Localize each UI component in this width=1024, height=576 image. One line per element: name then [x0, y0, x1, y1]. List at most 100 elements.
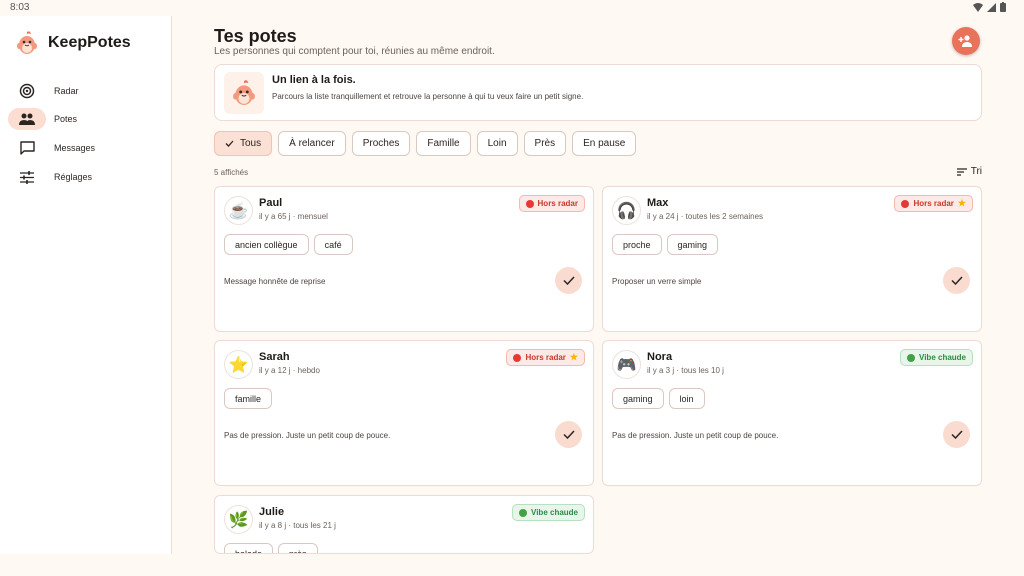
filter-chips: Tous À relancer Proches Famille Loin Prè… — [214, 131, 637, 156]
nav-item-messages[interactable]: Messages — [8, 137, 164, 159]
nav-item-potes[interactable]: Potes — [8, 108, 164, 130]
friend-name: Nora — [647, 351, 673, 363]
friend-meta: il y a 8 j · tous les 21 j — [259, 521, 336, 530]
check-icon — [950, 430, 963, 439]
friend-name: Sarah — [259, 351, 290, 363]
sort-label: Tri — [970, 166, 982, 177]
nav-label-radar: Radar — [54, 86, 79, 96]
friend-note: Pas de pression. Juste un petit coup de … — [612, 431, 779, 440]
wifi-icon — [973, 2, 983, 12]
add-friend-button[interactable] — [952, 27, 980, 55]
nav-item-reglages[interactable]: Réglages — [8, 166, 164, 188]
people-icon — [8, 108, 46, 130]
check-icon — [562, 430, 575, 439]
tag: loin — [668, 388, 705, 409]
friend-card-sarah[interactable]: ⭐ Sarah il y a 12 j · hebdo Hors radar ★… — [214, 340, 594, 486]
friend-name: Paul — [259, 197, 283, 209]
check-icon — [562, 276, 575, 285]
mark-contacted-button[interactable] — [555, 421, 582, 448]
friend-card-nora[interactable]: 🎮 Nora il y a 3 j · tous les 10 j Vibe c… — [602, 340, 982, 486]
avatar: 🎮 — [612, 350, 641, 379]
friend-meta: il y a 24 j · toutes les 2 semaines — [647, 212, 764, 221]
star-icon: ★ — [957, 198, 966, 208]
status-icons — [973, 2, 1006, 12]
status-badge-label: Hors radar — [913, 199, 954, 208]
tag: ancien collègue — [224, 234, 309, 255]
red-dot-icon — [513, 353, 522, 362]
filter-chip-loin[interactable]: Loin — [476, 131, 518, 156]
signal-icon — [987, 2, 996, 12]
status-badge-label: Vibe chaude — [531, 508, 578, 517]
tag-list: proche gaming — [612, 234, 719, 255]
nav-label-potes: Potes — [54, 114, 78, 124]
filter-chip-label: Près — [534, 138, 556, 149]
filter-chip-a-relancer[interactable]: À relancer — [278, 131, 346, 156]
tag-list: ancien collègue café — [224, 234, 353, 255]
intro-banner: Un lien à la fois. Parcours la liste tra… — [214, 64, 982, 121]
status-badge: Hors radar ★ — [506, 349, 585, 366]
tag: balade — [224, 543, 274, 553]
status-badge-label: Hors radar — [525, 353, 566, 362]
friend-note: Proposer un verre simple — [612, 277, 702, 286]
mark-contacted-button[interactable] — [555, 267, 582, 294]
mark-contacted-button[interactable] — [943, 421, 970, 448]
friend-card-max[interactable]: 🎧 Max il y a 24 j · toutes les 2 semaine… — [602, 186, 982, 332]
status-badge: Vibe chaude — [512, 504, 585, 521]
filter-chip-label: À relancer — [289, 138, 335, 149]
filter-chip-famille[interactable]: Famille — [416, 131, 471, 156]
avatar: ☕ — [224, 196, 253, 225]
tag: près — [278, 543, 318, 553]
tag: gaming — [666, 234, 719, 255]
friend-card-paul[interactable]: ☕ Paul il y a 65 j · mensuel Hors radar … — [214, 186, 594, 332]
status-badge-label: Hors radar — [537, 199, 578, 208]
mark-contacted-button[interactable] — [943, 267, 970, 294]
filter-chip-pres[interactable]: Près — [523, 131, 567, 156]
star-icon: ★ — [569, 352, 578, 362]
status-bar: 8:03 — [0, 0, 1024, 16]
filter-chip-label: Famille — [427, 138, 460, 149]
tag-list: gaming loin — [612, 388, 705, 409]
tag: gaming — [612, 388, 664, 409]
tag-list: balade près — [224, 543, 318, 553]
status-badge: Vibe chaude — [900, 349, 973, 366]
sort-button[interactable]: Tri — [956, 166, 982, 177]
check-icon — [950, 276, 963, 285]
friend-meta: il y a 12 j · hebdo — [259, 366, 320, 375]
filter-chip-label: Proches — [362, 138, 400, 149]
filter-chip-label: En pause — [583, 138, 626, 149]
mascot-logo-icon — [17, 31, 37, 54]
status-badge: Hors radar ★ — [894, 195, 973, 212]
banner-text: Parcours la liste tranquillement et retr… — [272, 92, 584, 101]
page-subtitle: Les personnes qui comptent pour toi, réu… — [214, 46, 495, 57]
status-time: 8:03 — [10, 2, 30, 13]
friend-card-julie[interactable]: 🌿 Julie il y a 8 j · tous les 21 j Vibe … — [214, 495, 594, 554]
battery-icon — [1000, 2, 1006, 12]
friend-meta: il y a 65 j · mensuel — [259, 212, 328, 221]
nav-item-radar[interactable]: Radar — [8, 80, 164, 102]
filter-chip-label: Loin — [487, 138, 507, 149]
friend-meta: il y a 3 j · tous les 10 j — [647, 366, 724, 375]
tag: famille — [224, 388, 273, 409]
filter-chip-label: Tous — [240, 138, 262, 149]
friend-name: Max — [647, 197, 669, 209]
navigation-rail: KeepPotes Radar Potes Messages Réglages — [0, 16, 172, 554]
red-dot-icon — [901, 199, 910, 208]
nav-label-messages: Messages — [54, 143, 96, 153]
message-icon — [8, 137, 46, 159]
filter-chip-tous[interactable]: Tous — [214, 131, 273, 156]
green-dot-icon — [519, 508, 528, 517]
page-title: Tes potes — [214, 26, 297, 46]
friend-note: Pas de pression. Juste un petit coup de … — [224, 431, 391, 440]
settings-sliders-icon — [8, 166, 46, 188]
green-dot-icon — [907, 353, 916, 362]
banner-title: Un lien à la fois. — [272, 74, 356, 86]
app-name: KeepPotes — [48, 34, 131, 51]
filter-chip-en-pause[interactable]: En pause — [572, 131, 637, 156]
friend-name: Julie — [259, 506, 285, 518]
sort-icon — [956, 167, 967, 176]
tag: proche — [612, 234, 662, 255]
person-add-icon — [958, 35, 972, 47]
radar-icon — [8, 80, 46, 102]
filter-chip-proches[interactable]: Proches — [351, 131, 411, 156]
result-count: 5 affichés — [214, 168, 249, 177]
